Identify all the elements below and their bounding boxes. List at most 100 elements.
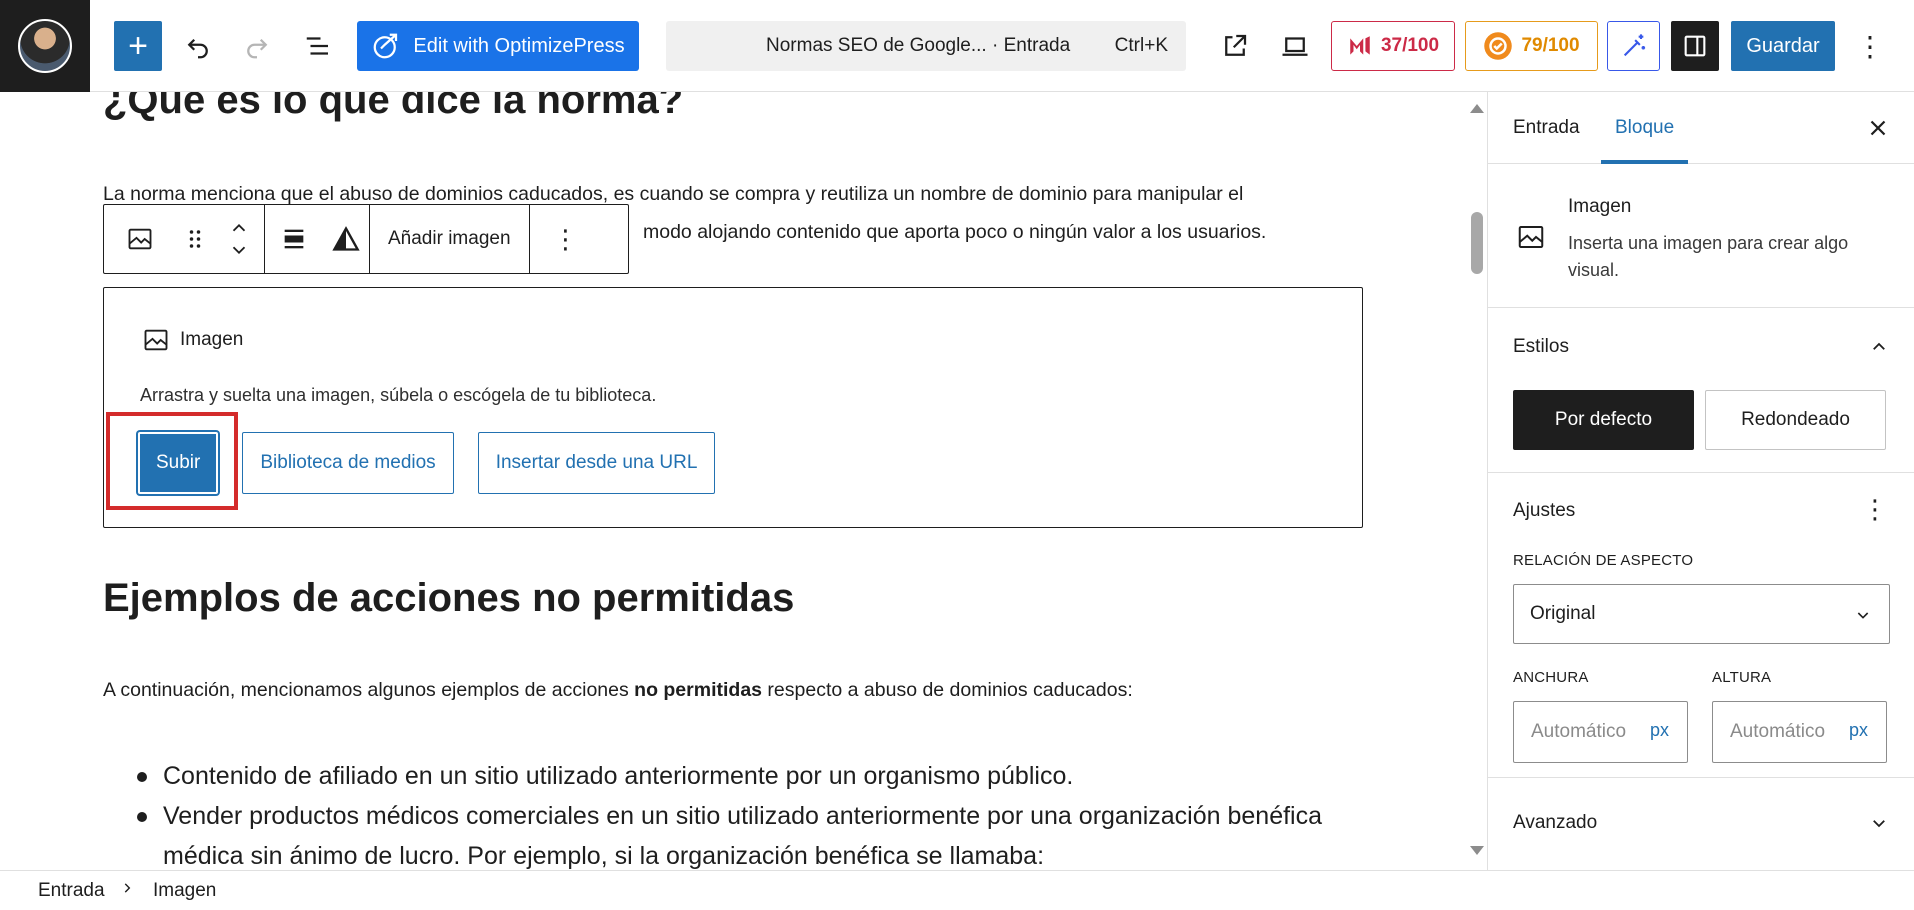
height-unit[interactable]: px [1849, 720, 1868, 741]
block-card-title: Imagen [1568, 196, 1632, 217]
block-toolbar-group [104, 205, 265, 273]
document-overview-button[interactable] [294, 21, 342, 71]
readability-score-button[interactable]: 79/100 [1465, 21, 1598, 71]
image-icon [128, 228, 152, 250]
chevron-up-icon[interactable] [1870, 338, 1888, 356]
image-icon [1518, 226, 1544, 248]
rank-math-icon [1350, 36, 1370, 55]
highlight-annotation [106, 412, 238, 510]
save-label: Guardar [1746, 34, 1820, 57]
drag-handle[interactable] [176, 205, 214, 273]
more-vertical-icon[interactable]: ⋮ [1862, 496, 1888, 522]
image-block-description: Arrastra y suelta una imagen, súbela o e… [140, 385, 657, 405]
move-block-buttons[interactable] [214, 205, 264, 273]
tab-entrada[interactable]: Entrada [1513, 92, 1580, 164]
width-input[interactable]: Automático px [1513, 701, 1688, 763]
settings-sidebar-toggle[interactable] [1671, 21, 1719, 71]
chevron-down-icon[interactable] [228, 239, 250, 261]
duotone-button[interactable] [323, 205, 369, 273]
save-button[interactable]: Guardar [1731, 21, 1835, 71]
style-default-button[interactable]: Por defecto [1513, 390, 1694, 450]
undo-button[interactable] [174, 21, 222, 71]
breadcrumb-imagen[interactable]: Imagen [153, 880, 216, 902]
view-post-button[interactable] [1211, 21, 1259, 71]
scroll-down-arrow[interactable] [1470, 846, 1484, 855]
height-input[interactable]: Automático px [1712, 701, 1887, 763]
media-library-button[interactable]: Biblioteca de medios [242, 432, 454, 494]
chevron-right-icon [124, 883, 131, 893]
block-options-button[interactable]: ⋮ [530, 205, 602, 273]
paragraph-text: respecto a abuso de dominios caducados: [762, 679, 1133, 701]
document-title: Normas SEO de Google... · Entrada [766, 35, 1071, 56]
sidebar-tabs: Entrada Bloque [1488, 92, 1914, 164]
duotone-icon [332, 226, 360, 251]
readability-score-value: 79/100 [1521, 35, 1580, 56]
examples-list[interactable]: Contenido de afiliado en un sitio utiliz… [133, 756, 1353, 870]
heading-norma[interactable]: ¿Qué es lo que dice la norma? [103, 92, 683, 123]
breadcrumb-entrada[interactable]: Entrada [38, 880, 105, 902]
command-shortcut: Ctrl+K [1114, 35, 1168, 56]
align-button[interactable] [265, 205, 323, 273]
ai-assistant-button[interactable] [1607, 21, 1660, 71]
heading-examples[interactable]: Ejemplos de acciones no permitidas [103, 576, 794, 621]
optimizepress-label: Edit with OptimizePress [413, 34, 625, 57]
plus-icon: + [128, 27, 148, 65]
chevron-up-icon[interactable] [228, 217, 250, 239]
tab-bloque[interactable]: Bloque [1601, 92, 1688, 164]
avatar [18, 19, 72, 73]
preview-device-button[interactable] [1271, 21, 1319, 71]
aspect-ratio-select[interactable]: Original [1513, 584, 1890, 644]
close-icon[interactable] [1865, 115, 1891, 141]
settings-sidebar: Entrada Bloque Imagen Inserta una imagen… [1487, 92, 1914, 870]
advanced-title[interactable]: Avanzado [1513, 812, 1597, 834]
image-icon [144, 329, 168, 351]
editor-header: + Edit with OptimizePress Normas SEO de … [0, 0, 1914, 92]
add-image-button[interactable]: Añadir imagen [370, 205, 529, 273]
edit-with-optimizepress-button[interactable]: Edit with OptimizePress [357, 21, 639, 71]
sidebar-icon [1684, 35, 1706, 57]
editor-canvas: ¿Qué es lo que dice la norma? La norma m… [0, 92, 1486, 870]
image-placeholder: Imagen Arrastra y suelta una imagen, súb… [103, 287, 1363, 528]
width-unit[interactable]: px [1650, 720, 1669, 741]
badge-icon [1484, 32, 1513, 60]
align-icon [284, 229, 304, 249]
block-inserter-button[interactable]: + [114, 21, 162, 71]
width-label: Anchura [1513, 669, 1589, 686]
more-vertical-icon: ⋮ [1856, 30, 1884, 62]
chevron-down-icon[interactable] [1870, 814, 1888, 832]
redo-icon [247, 38, 268, 59]
paragraph-text: A continuación, mencionamos algunos ejem… [103, 679, 635, 701]
external-link-icon [1225, 34, 1247, 56]
height-placeholder: Automático [1730, 721, 1826, 742]
height-label: Altura [1712, 669, 1772, 686]
scrollbar-thumb[interactable] [1471, 212, 1483, 274]
block-toolbar: Añadir imagen ⋮ [103, 204, 629, 274]
image-block-title: Imagen [180, 329, 244, 350]
block-breadcrumb: Entrada Imagen [0, 870, 1914, 910]
chevron-down-icon [1857, 612, 1869, 619]
seo-score-button[interactable]: 37/100 [1331, 21, 1455, 71]
aspect-ratio-value: Original [1530, 603, 1596, 624]
width-placeholder: Automático [1531, 721, 1627, 742]
aspect-ratio-label: Relación de aspecto [1513, 552, 1694, 569]
paragraph-examples[interactable]: A continuación, mencionamos algunos ejem… [103, 679, 1133, 702]
seo-score-value: 37/100 [1380, 35, 1440, 56]
block-card-description: Inserta una imagen para crear algo visua… [1568, 233, 1849, 280]
styles-title[interactable]: Estilos [1513, 336, 1569, 358]
style-rounded-button[interactable]: Redondeado [1705, 390, 1886, 450]
laptop-icon [1282, 37, 1308, 56]
list-view-icon [306, 37, 328, 55]
options-menu-button[interactable]: ⋮ [1850, 21, 1890, 71]
list-item: Vender productos médicos comerciales en … [133, 796, 1353, 870]
magic-wand-icon [1623, 34, 1645, 57]
insert-from-url-button[interactable]: Insertar desde una URL [477, 432, 716, 494]
drag-handle-icon [189, 230, 201, 248]
undo-icon [187, 38, 208, 59]
block-type-button[interactable] [104, 205, 176, 273]
site-logo-button[interactable] [0, 0, 90, 92]
image-block-label: Imagen [142, 326, 243, 354]
scroll-up-arrow[interactable] [1470, 104, 1484, 113]
block-toolbar-group: Añadir imagen [370, 205, 530, 273]
command-palette-button[interactable]: Normas SEO de Google... · Entrada Ctrl+K [666, 21, 1186, 71]
redo-button[interactable] [233, 21, 281, 71]
